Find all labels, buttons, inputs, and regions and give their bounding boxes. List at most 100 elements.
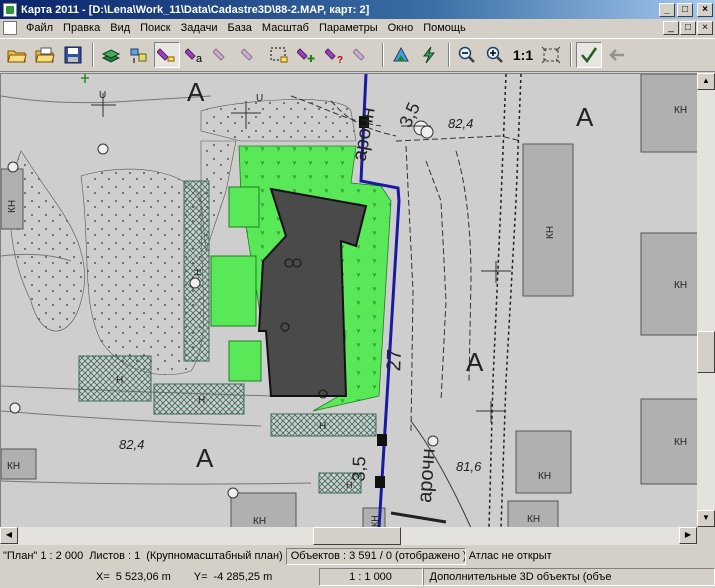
map-point [420, 125, 434, 139]
save-icon[interactable] [60, 42, 86, 68]
height-label: 82,4 [119, 437, 144, 452]
vertical-scrollbar[interactable]: ▲ ▼ [697, 73, 715, 527]
toolbar-separator [570, 43, 572, 67]
map-point [7, 161, 19, 173]
app-icon [3, 2, 17, 17]
flashlight-disabled-icon[interactable] [210, 42, 236, 68]
building-kn [515, 430, 572, 494]
scroll-up-button[interactable]: ▲ [697, 73, 715, 90]
building-label: КН [253, 516, 266, 527]
doc-restore-button[interactable]: □ [680, 21, 696, 35]
select-frame-icon[interactable] [266, 42, 292, 68]
map-view[interactable]: А А А А 82,4 82,4 81,6 27 арочн арочн 3,… [0, 73, 697, 527]
map-point [227, 487, 239, 499]
height-label: 82,4 [448, 116, 473, 131]
hatched-area [78, 355, 152, 402]
doc-close-button[interactable]: × [697, 21, 713, 35]
hatched-label: Н [116, 375, 123, 386]
select-objects-icon[interactable] [126, 42, 152, 68]
map-label: А [196, 443, 214, 473]
building-label: КН [545, 226, 556, 239]
map-point [9, 402, 21, 414]
horizontal-scrollbar[interactable]: ◀ ▶ [0, 527, 697, 545]
building-kn [640, 74, 697, 153]
menu-parameters[interactable]: Параметры [314, 22, 383, 34]
vegetation-area [200, 99, 357, 142]
scroll-down-button[interactable]: ▼ [697, 510, 715, 527]
green-area [210, 255, 257, 327]
flashlight-icon[interactable] [154, 42, 180, 68]
close-button[interactable]: × [697, 2, 713, 17]
scale-one-to-one-button[interactable]: 1:1 [510, 47, 536, 63]
status-y-label: Y= [193, 571, 208, 583]
check-icon[interactable] [576, 42, 602, 68]
building-label: КН [538, 471, 551, 482]
menu-file[interactable]: Файл [21, 22, 58, 34]
cadastre-icon[interactable] [388, 42, 414, 68]
flashlight-add-icon[interactable] [294, 42, 320, 68]
menu-tasks[interactable]: Задачи [176, 22, 223, 34]
open-icon[interactable] [4, 42, 30, 68]
status-atlas: Атлас не открыт [468, 550, 552, 562]
map-point [97, 143, 109, 155]
dimension-label: 3,5 [348, 456, 369, 482]
height-label: 81,6 [456, 459, 482, 474]
status-bar-bottom: X= 5 523,06 m Y= -4 285,25 m 1 : 1 000 Д… [0, 566, 715, 588]
building-label: КН [370, 515, 380, 527]
building-label: КН [674, 437, 687, 448]
open-multiple-icon[interactable] [32, 42, 58, 68]
status-x-value: 5 523,06 m [115, 571, 171, 583]
flashlight-disabled-2-icon[interactable] [238, 42, 264, 68]
archway-label: арочн [414, 448, 440, 504]
building-label: КН [527, 514, 540, 525]
map-label: U [99, 90, 106, 101]
status-sheets: Листов : 1 [89, 550, 141, 562]
building-kn [522, 143, 574, 297]
status-3d-objects: Дополнительные 3D объекты (объе [422, 568, 715, 586]
building-kn [1, 168, 24, 230]
zoom-out-icon[interactable] [454, 42, 480, 68]
vertical-scroll-thumb[interactable] [697, 331, 715, 373]
scroll-right-button[interactable]: ▶ [679, 527, 697, 544]
map-label: U [256, 93, 263, 104]
frame-zoom-icon[interactable] [538, 42, 564, 68]
map-label: А [187, 77, 205, 107]
status-y-value: -4 285,25 m [213, 571, 273, 583]
menu-help[interactable]: Помощь [418, 22, 471, 34]
toolbar-separator [382, 43, 384, 67]
menu-database[interactable]: База [223, 22, 257, 34]
menu-window[interactable]: Окно [383, 22, 419, 34]
minimize-button[interactable]: _ [659, 2, 675, 17]
zoom-in-icon[interactable] [482, 42, 508, 68]
menu-search[interactable]: Поиск [135, 22, 175, 34]
flashlight-remove-icon[interactable] [350, 42, 376, 68]
status-x-label: X= [96, 571, 110, 583]
hatched-label: Н [198, 395, 205, 406]
back-arrow-icon[interactable] [604, 42, 630, 68]
menu-scale[interactable]: Масштаб [257, 22, 314, 34]
menu-edit[interactable]: Правка [58, 22, 105, 34]
menu-bar: Файл Правка Вид Поиск Задачи База Масшта… [0, 19, 715, 37]
menu-view[interactable]: Вид [105, 22, 135, 34]
window-title: Карта 2011 - [D:\Lena\Work_11\Data\Cadas… [21, 3, 370, 16]
scroll-corner [697, 527, 715, 545]
status-plan: "План" 1 : 2 000 [3, 550, 84, 562]
hatched-label: Н [319, 421, 326, 432]
map-point [189, 277, 201, 289]
scroll-left-button[interactable]: ◀ [0, 527, 18, 544]
number-label: 27 [383, 349, 406, 372]
toolbar-separator [92, 43, 94, 67]
layers-icon[interactable] [98, 42, 124, 68]
lightning-icon[interactable] [416, 42, 442, 68]
toolbar: a ? 1:1 [0, 38, 715, 72]
doc-minimize-button[interactable]: _ [663, 21, 679, 35]
building-label: КН [674, 105, 687, 116]
flashlight-query-icon[interactable]: ? [322, 42, 348, 68]
building-kn [640, 398, 697, 485]
hatched-label: Н [346, 480, 353, 490]
status-bar-top: "План" 1 : 2 000 Листов : 1 (Крупномасшт… [0, 546, 715, 566]
maximize-button[interactable]: □ [677, 2, 693, 17]
document-icon[interactable] [3, 21, 17, 35]
flashlight-text-icon[interactable]: a [182, 42, 208, 68]
horizontal-scroll-thumb[interactable] [313, 527, 401, 545]
